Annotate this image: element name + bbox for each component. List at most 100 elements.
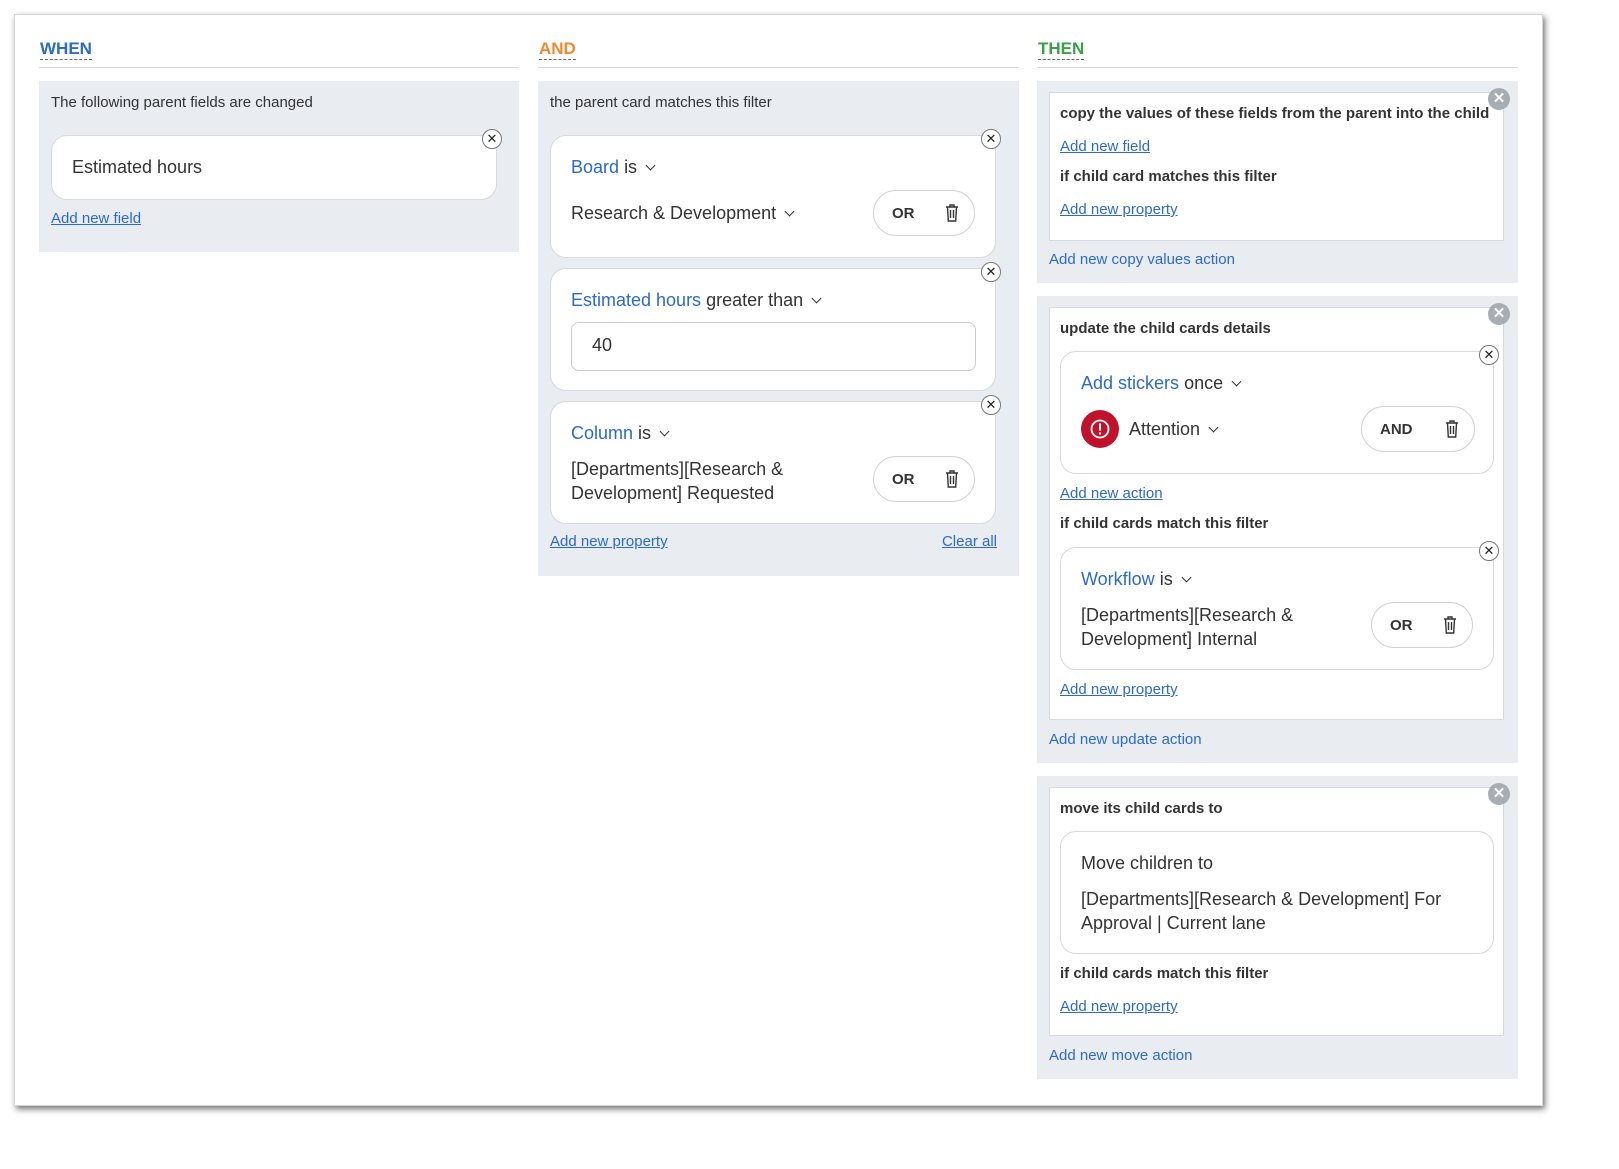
and-column: AND the parent card matches this filter …	[538, 15, 1019, 576]
copy-values-panel: copy the values of these fields from the…	[1037, 81, 1518, 283]
close-icon[interactable]: ✕	[1488, 303, 1510, 325]
sticker-action-card: Add stickers once Attention AND ✕	[1060, 345, 1499, 474]
and-button[interactable]: AND	[1380, 421, 1413, 438]
field-chip-label: Estimated hours	[72, 157, 203, 177]
sticker-select[interactable]: Attention	[1129, 419, 1219, 440]
and-panel: the parent card matches this filter Boar…	[538, 81, 1019, 576]
move-panel: move its child cards to Move children to…	[1037, 776, 1518, 1079]
move-target-label: Move children to	[1081, 853, 1214, 873]
field-chip[interactable]: Estimated hours ✕	[51, 129, 502, 200]
chevron-down-icon	[811, 293, 822, 304]
add-new-field-link[interactable]: Add new field	[1060, 138, 1150, 155]
workflow-filter-name: Workflow	[1081, 569, 1155, 589]
trash-icon[interactable]	[945, 204, 959, 222]
chevron-down-icon	[659, 426, 670, 437]
chevron-down-icon	[645, 160, 656, 171]
when-column: WHEN The following parent fields are cha…	[39, 15, 519, 252]
close-icon[interactable]: ✕	[482, 129, 502, 149]
and-header: AND	[538, 15, 1019, 68]
close-icon[interactable]: ✕	[981, 395, 1001, 415]
or-button[interactable]: OR	[892, 205, 915, 222]
hours-value-input[interactable]: 40	[571, 322, 976, 371]
or-pill: OR	[873, 456, 975, 502]
close-icon[interactable]: ✕	[1479, 345, 1499, 365]
workflow-value-line1: [Departments][Research &	[1081, 605, 1294, 625]
add-new-property-link[interactable]: Add new property	[1060, 201, 1178, 218]
add-new-property-link[interactable]: Add new property	[550, 533, 668, 550]
sticker-action-name: Add stickers	[1081, 373, 1180, 393]
sticker-action-header[interactable]: Add stickers once	[1081, 373, 1242, 394]
column-value-line1: [Departments][Research &	[571, 459, 784, 479]
when-header: WHEN	[39, 15, 519, 68]
trash-icon[interactable]	[1443, 616, 1457, 634]
update-title: update the child cards details	[1060, 320, 1271, 337]
when-panel: The following parent fields are changed …	[39, 81, 519, 252]
workflow-value[interactable]: [Departments][Research & Development] In…	[1081, 603, 1293, 651]
board-value-select[interactable]: Research & Development	[571, 203, 795, 224]
sticker-action-op: once	[1184, 373, 1224, 393]
close-icon[interactable]: ✕	[981, 129, 1001, 149]
add-new-property-link[interactable]: Add new property	[1060, 998, 1178, 1015]
add-new-property-link[interactable]: Add new property	[1060, 681, 1178, 698]
column-filter-header[interactable]: Column is	[571, 423, 670, 444]
trash-icon[interactable]	[945, 470, 959, 488]
then-column: THEN copy the values of these fields fro…	[1037, 15, 1518, 1079]
copy-values-card: copy the values of these fields from the…	[1049, 92, 1504, 241]
then-heading[interactable]: THEN	[1038, 39, 1085, 60]
move-card: move its child cards to Move children to…	[1049, 787, 1504, 1036]
hours-filter-card: Estimated hours greater than 40 ✕	[550, 262, 1001, 391]
move-target-line2: Approval | Current lane	[1081, 913, 1266, 933]
hours-filter-op: greater than	[706, 290, 804, 310]
close-icon[interactable]: ✕	[1488, 783, 1510, 805]
sticker-value: Attention	[1129, 419, 1201, 439]
column-value-line2: Development] Requested	[571, 483, 775, 503]
update-filter-title: if child cards match this filter	[1060, 515, 1269, 532]
add-copy-values-action-link[interactable]: Add new copy values action	[1049, 251, 1235, 268]
update-card: update the child cards details Add stick…	[1049, 307, 1504, 720]
chevron-down-icon	[784, 206, 795, 217]
close-icon[interactable]: ✕	[1488, 88, 1510, 110]
or-button[interactable]: OR	[1390, 617, 1413, 634]
move-filter-title: if child cards match this filter	[1060, 965, 1269, 982]
board-filter-card: Board is Research & Development OR ✕	[550, 129, 1001, 258]
move-target-line1: [Departments][Research & Development] Fo…	[1081, 889, 1442, 909]
move-title: move its child cards to	[1060, 800, 1223, 817]
when-panel-title: The following parent fields are changed	[51, 94, 313, 111]
workflow-filter-card: Workflow is [Departments][Research & Dev…	[1060, 541, 1499, 670]
trash-icon[interactable]	[1445, 420, 1459, 438]
add-new-action-link[interactable]: Add new action	[1060, 485, 1163, 502]
board-value: Research & Development	[571, 203, 777, 223]
workflow-filter-op: is	[1159, 569, 1173, 589]
when-heading[interactable]: WHEN	[40, 39, 92, 60]
column-filter-card: Column is [Departments][Research & Devel…	[550, 395, 1001, 524]
move-target-value[interactable]: [Departments][Research & Development] Fo…	[1081, 887, 1441, 935]
move-target-card[interactable]: Move children to [Departments][Research …	[1060, 831, 1494, 954]
and-panel-title: the parent card matches this filter	[550, 94, 772, 111]
exclamation-circle-icon	[1081, 410, 1119, 448]
hours-filter-name: Estimated hours	[571, 290, 702, 310]
close-icon[interactable]: ✕	[1479, 541, 1499, 561]
automation-rule-editor: WHEN The following parent fields are cha…	[14, 14, 1543, 1106]
board-filter-op: is	[624, 157, 638, 177]
hours-filter-header[interactable]: Estimated hours greater than	[571, 290, 822, 311]
then-header: THEN	[1037, 15, 1518, 68]
or-pill: OR	[873, 190, 975, 236]
chevron-down-icon	[1231, 376, 1242, 387]
chevron-down-icon	[1181, 572, 1192, 583]
update-panel: update the child cards details Add stick…	[1037, 296, 1518, 763]
copy-filter-title: if child card matches this filter	[1060, 168, 1277, 185]
or-button[interactable]: OR	[892, 471, 915, 488]
add-new-field-link[interactable]: Add new field	[51, 210, 141, 227]
chevron-down-icon	[1208, 422, 1219, 433]
close-icon[interactable]: ✕	[981, 262, 1001, 282]
workflow-value-line2: Development] Internal	[1081, 629, 1258, 649]
column-value[interactable]: [Departments][Research & Development] Re…	[571, 457, 783, 505]
board-filter-header[interactable]: Board is	[571, 157, 656, 178]
and-heading[interactable]: AND	[539, 39, 576, 60]
clear-all-link[interactable]: Clear all	[942, 533, 997, 550]
add-update-action-link[interactable]: Add new update action	[1049, 731, 1202, 748]
or-pill: OR	[1371, 602, 1473, 648]
and-pill: AND	[1361, 406, 1475, 452]
add-move-action-link[interactable]: Add new move action	[1049, 1047, 1192, 1064]
workflow-filter-header[interactable]: Workflow is	[1081, 569, 1192, 590]
